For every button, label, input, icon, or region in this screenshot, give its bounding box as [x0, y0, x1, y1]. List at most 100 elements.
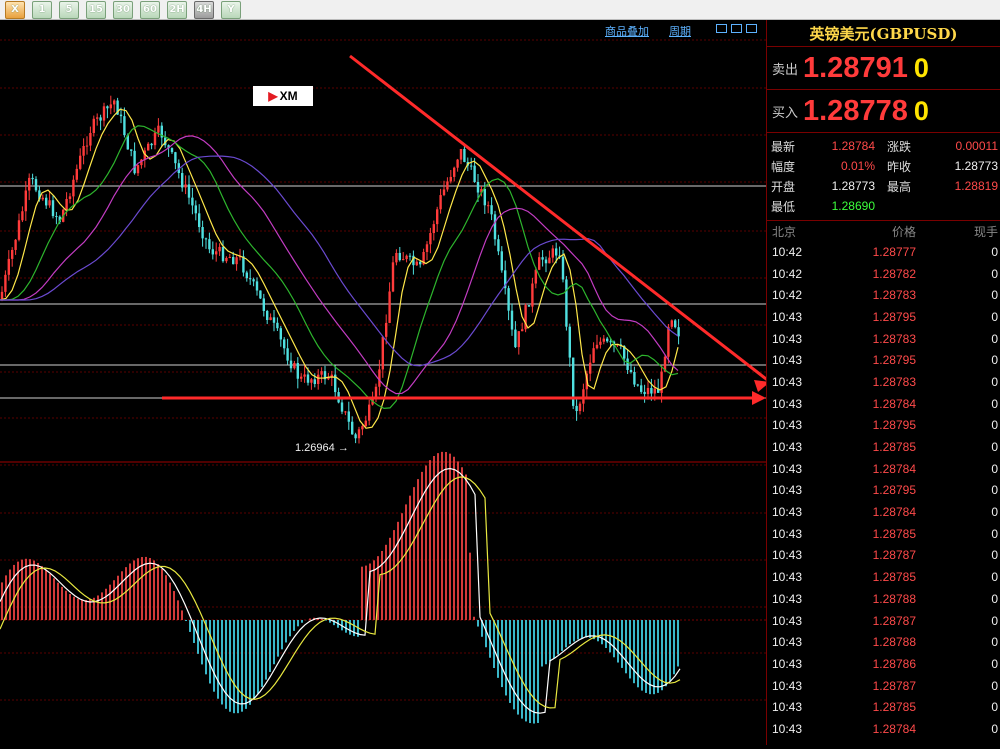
candle-body — [286, 348, 289, 361]
tick-row[interactable]: 10:43 1.28784 0 — [767, 458, 1000, 480]
period-button-0[interactable]: X — [5, 0, 25, 19]
candle-body — [408, 255, 412, 257]
tick-list[interactable]: 10:42 1.28777 0 10:42 1.28782 0 10:42 1.28783 0 1… — [767, 241, 1000, 740]
tick-row[interactable]: 10:43 1.28784 0 — [767, 393, 1000, 415]
period-button-8[interactable]: Y — [221, 0, 241, 19]
tick-row[interactable]: 10:43 1.28795 0 — [767, 306, 1000, 328]
tick-price: 1.28783 — [872, 288, 916, 303]
maximize-icon[interactable] — [731, 24, 742, 33]
candle-body — [405, 255, 408, 260]
stat-value: 1.28784 — [831, 139, 875, 153]
period-button-4[interactable]: 30 — [113, 0, 133, 19]
candle-body — [34, 179, 38, 191]
candle-body — [633, 372, 636, 385]
tick-row[interactable]: 10:43 1.28787 0 — [767, 675, 1000, 697]
tick-volume: 0 — [991, 570, 998, 585]
tick-row[interactable]: 10:43 1.28795 0 — [767, 415, 1000, 437]
tick-row[interactable]: 10:43 1.28788 0 — [767, 631, 1000, 653]
tick-volume: 0 — [991, 440, 998, 455]
kline-chart[interactable] — [0, 20, 771, 745]
candle-body — [374, 386, 378, 398]
buy-label: 买入 — [771, 105, 798, 121]
tick-row[interactable]: 10:43 1.28788 0 — [767, 588, 1000, 610]
candle-body — [28, 177, 31, 191]
candle-body — [544, 259, 548, 264]
period-button-6[interactable]: 2H — [167, 0, 187, 19]
period-button-2[interactable]: 5 — [59, 0, 79, 19]
candle-body — [575, 405, 578, 412]
period-button-1[interactable]: 1 — [32, 0, 52, 19]
tick-row[interactable]: 10:43 1.28783 0 — [767, 371, 1000, 393]
tick-time: 10:43 — [772, 331, 803, 346]
candle-body — [75, 168, 78, 180]
candle-body — [300, 376, 303, 379]
symbol-title: 英镑美元(GBPUSD) — [767, 20, 1000, 47]
tick-price: 1.28788 — [872, 591, 916, 606]
tick-row[interactable]: 10:42 1.28783 0 — [767, 284, 1000, 306]
tick-row[interactable]: 10:43 1.28784 0 — [767, 501, 1000, 523]
candle-body — [636, 384, 639, 386]
restore-icon[interactable] — [716, 24, 727, 33]
tick-row[interactable]: 10:43 1.28784 0 — [767, 718, 1000, 740]
tick-row[interactable]: 10:43 1.28795 0 — [767, 349, 1000, 371]
period-link[interactable]: 周期 — [669, 23, 691, 39]
tick-volume: 0 — [991, 678, 998, 693]
tick-row[interactable]: 10:43 1.28785 0 — [767, 566, 1000, 588]
candle-body — [228, 256, 231, 258]
tick-volume: 0 — [991, 635, 998, 650]
tick-time: 10:43 — [772, 353, 803, 368]
candle-body — [184, 184, 187, 188]
candle-body — [208, 239, 211, 250]
tick-time: 10:43 — [772, 526, 803, 541]
candle-body — [500, 251, 503, 271]
tick-price: 1.28795 — [872, 309, 916, 324]
candle-body — [395, 252, 398, 263]
candle-body — [541, 257, 544, 260]
candle-body — [133, 150, 136, 174]
candle-body — [602, 338, 605, 342]
candle-body — [442, 189, 446, 196]
stat-value: 0.01% — [840, 159, 875, 173]
tick-price: 1.28784 — [872, 461, 916, 476]
tick-row[interactable]: 10:43 1.28795 0 — [767, 480, 1000, 502]
tick-row[interactable]: 10:43 1.28785 0 — [767, 696, 1000, 718]
tick-row[interactable]: 10:43 1.28786 0 — [767, 653, 1000, 675]
tick-row[interactable]: 10:42 1.28782 0 — [767, 263, 1000, 285]
candle-body — [453, 167, 456, 177]
candle-body — [21, 211, 24, 221]
tick-price: 1.28785 — [872, 700, 916, 715]
tick-volume: 0 — [991, 505, 998, 520]
candle-body — [606, 338, 609, 342]
candle-body — [561, 256, 565, 280]
ma-mid-line — [0, 125, 679, 410]
tick-time: 10:43 — [772, 678, 803, 693]
close-icon[interactable] — [746, 24, 757, 33]
period-button-7[interactable]: 4H — [194, 0, 214, 19]
candle-body — [507, 288, 510, 311]
candle-body — [432, 224, 435, 234]
tick-price: 1.28782 — [872, 266, 916, 281]
candle-body — [344, 411, 347, 413]
candle-body — [283, 339, 286, 349]
overlay-product-link[interactable]: 商品叠加 — [605, 23, 649, 39]
candle-body — [521, 329, 524, 332]
sell-quote-row[interactable]: 卖出 1.28791 0 — [767, 47, 1000, 90]
candle-body — [531, 283, 534, 307]
tick-volume: 0 — [991, 591, 998, 606]
buy-quote-row[interactable]: 买入 1.28778 0 — [767, 90, 1000, 133]
tick-row[interactable]: 10:43 1.28783 0 — [767, 328, 1000, 350]
tick-row[interactable]: 10:43 1.28787 0 — [767, 610, 1000, 632]
tick-row[interactable]: 10:43 1.28785 0 — [767, 523, 1000, 545]
tick-volume: 0 — [991, 656, 998, 671]
tick-row[interactable]: 10:43 1.28785 0 — [767, 436, 1000, 458]
chart-window-controls — [716, 24, 757, 33]
candle-body — [419, 261, 422, 265]
candle-body — [96, 117, 99, 119]
tick-row[interactable]: 10:42 1.28777 0 — [767, 241, 1000, 263]
candle-body — [677, 327, 680, 337]
chart-canvas[interactable] — [0, 20, 771, 745]
candle-body — [269, 317, 272, 321]
period-button-5[interactable]: 60 — [140, 0, 160, 19]
tick-row[interactable]: 10:43 1.28787 0 — [767, 545, 1000, 567]
period-button-3[interactable]: 15 — [86, 0, 106, 19]
